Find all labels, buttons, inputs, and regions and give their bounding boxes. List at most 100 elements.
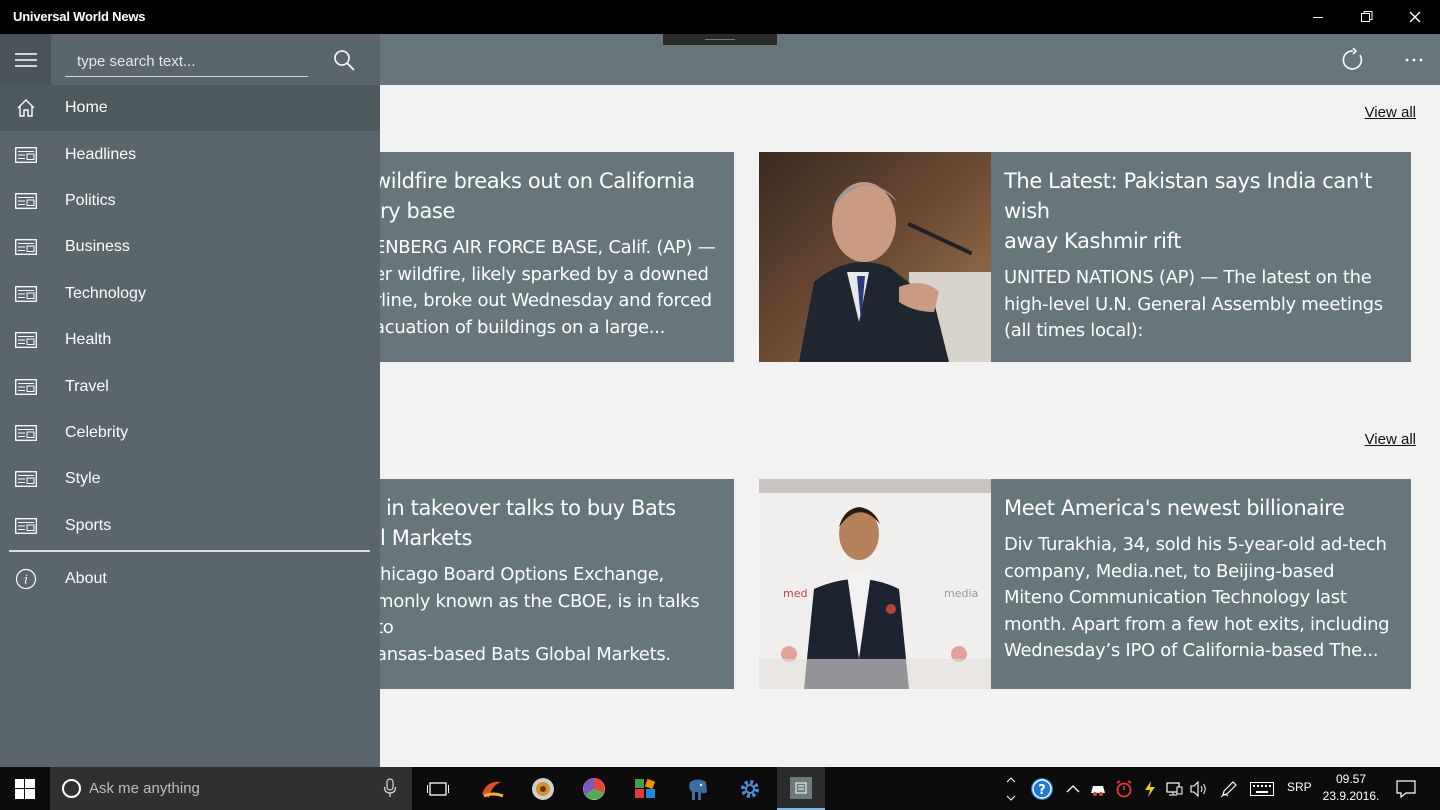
cortana-icon [62,779,81,798]
nav-item-celebrity[interactable]: Celebrity [0,410,380,456]
nav-item-label: Travel [65,377,109,395]
language-indicator[interactable]: SRP [1287,780,1312,794]
alarm-tray-button[interactable] [1113,767,1135,810]
news-card[interactable]: The Latest: Pakistan says India can't wi… [759,152,1411,362]
card-summary-line: er wildfire, likely sparked by a downed [380,263,709,285]
app-icon [482,781,504,798]
task-view-icon [427,781,449,796]
restore-icon [1361,11,1373,22]
news-card[interactable]: in takeover talks to buy Bats l Markets … [380,479,734,689]
taskbar-app-5[interactable] [674,767,722,810]
nav-item-travel[interactable]: Travel [0,363,380,409]
taskbar-app-3[interactable] [570,767,618,810]
info-icon: i [14,569,38,590]
nav-item-about[interactable]: i About [0,556,380,602]
svg-text:media: media [944,587,978,600]
nav-item-home[interactable]: Home [0,85,380,132]
volume-icon [1190,780,1206,797]
show-hidden-icons-button[interactable] [1062,767,1084,810]
volume-tray-button[interactable] [1188,767,1210,810]
card-photo [759,152,991,362]
card-summary-line: ENBERG AIR FORCE BASE, Calif. (AP) — [380,237,716,258]
taskbar: Ask me anything ? SRP 09.57 23.9.2016. [0,767,1440,810]
svg-text:med: med [783,587,807,600]
close-button[interactable] [1391,0,1439,34]
news-app-icon [790,776,812,799]
nav-item-label: Business [65,238,130,256]
card-title-line: wildfire breaks out on California [380,169,695,193]
card-title-line: l Markets [380,526,473,550]
help-icon: ? [1031,777,1053,800]
news-icon [14,237,38,257]
title-bar: Universal World News [0,0,1440,34]
nav-item-politics[interactable]: Politics [0,178,380,224]
card-summary-line: rline, broke out Wednesday and forced [380,290,712,311]
nav-item-label: Sports [65,516,112,534]
hamburger-button[interactable] [0,34,51,85]
nav-item-label: Technology [65,284,146,302]
card-summary-line: UNITED NATIONS (AP) — The latest on the [1004,267,1372,288]
taskbar-scroll[interactable] [1003,767,1019,810]
card-title-line: in takeover talks to buy Bats [386,496,676,520]
news-card[interactable]: med media Meet America's newest billiona… [759,479,1411,689]
more-button[interactable] [1394,40,1434,80]
view-all-link[interactable]: View all [1365,431,1416,448]
tray-app-1[interactable] [1087,767,1109,810]
minimize-button[interactable] [1294,0,1342,34]
action-center-button[interactable] [1392,767,1420,810]
taskbar-app-4[interactable] [621,767,669,810]
card-summary-line: Div Turakhia, 34, sold his 5-year-old ad… [1004,534,1387,555]
card-title-line: The Latest: Pakistan says India can't wi… [1004,169,1372,223]
nav-list: Home Headlines Politics Business Technol… [0,85,380,549]
app-icon [532,777,554,800]
nav-pane-header [0,34,380,85]
window-title: Universal World News [13,9,146,24]
card-summary-line: monly known as the CBOE, is in talks to [380,590,700,639]
news-card[interactable]: wildfire breaks out on California ry bas… [380,152,734,362]
restore-button[interactable] [1343,0,1391,34]
drag-handle[interactable] [663,34,777,45]
cortana-search-box[interactable]: Ask me anything [50,767,412,810]
card-summary: hicago Board Options Exchange, monly kno… [380,562,722,668]
microphone-icon[interactable] [383,778,397,798]
card-title: Meet America's newest billionaire [1004,493,1399,523]
taskbar-app-news[interactable] [777,767,825,810]
card-summary-line: acuation of buildings on a large... [380,316,666,338]
nav-item-label: Home [65,99,108,117]
card-summary-line: hicago Board Options Exchange, [380,564,664,585]
card-summary: UNITED NATIONS (AP) — The latest on the … [1004,265,1399,345]
touch-keyboard-button[interactable] [1248,767,1276,810]
taskbar-app-6[interactable] [726,767,774,810]
task-view-button[interactable] [414,767,462,810]
view-all-link[interactable]: View all [1365,104,1416,121]
card-title-line: ry base [380,199,455,223]
nav-item-label: Headlines [65,145,137,163]
gear-icon [741,779,759,798]
card-summary-line: company, Media.net, to Beijing-based [1004,560,1335,582]
network-tray-button[interactable] [1163,767,1185,810]
windows-icon [15,778,35,799]
start-button[interactable] [0,767,50,810]
card-title: The Latest: Pakistan says India can't wi… [1004,166,1399,256]
nav-item-health[interactable]: Health [0,317,380,363]
taskbar-app-1[interactable] [468,767,516,810]
card-summary-line: Wednesday’s IPO of California-based The.… [1004,640,1379,661]
card-summary-line: (all times local): [1004,320,1144,341]
search-button[interactable] [326,44,362,76]
power-tray-button[interactable] [1139,767,1161,810]
hamburger-icon [14,52,37,67]
app-icon [583,777,605,800]
nav-item-style[interactable]: Style [0,456,380,502]
search-input[interactable] [65,46,308,76]
refresh-button[interactable] [1333,40,1373,80]
help-tray-button[interactable]: ? [1028,767,1056,810]
home-icon [14,98,38,118]
taskbar-app-2[interactable] [519,767,567,810]
pen-tray-button[interactable] [1218,767,1240,810]
clock-date: 23.9.2016. [1322,789,1380,803]
nav-item-headlines[interactable]: Headlines [0,131,380,177]
nav-item-technology[interactable]: Technology [0,271,380,317]
clock[interactable]: 09.57 23.9.2016. [1318,771,1384,805]
nav-item-sports[interactable]: Sports [0,503,380,549]
nav-item-business[interactable]: Business [0,224,380,270]
